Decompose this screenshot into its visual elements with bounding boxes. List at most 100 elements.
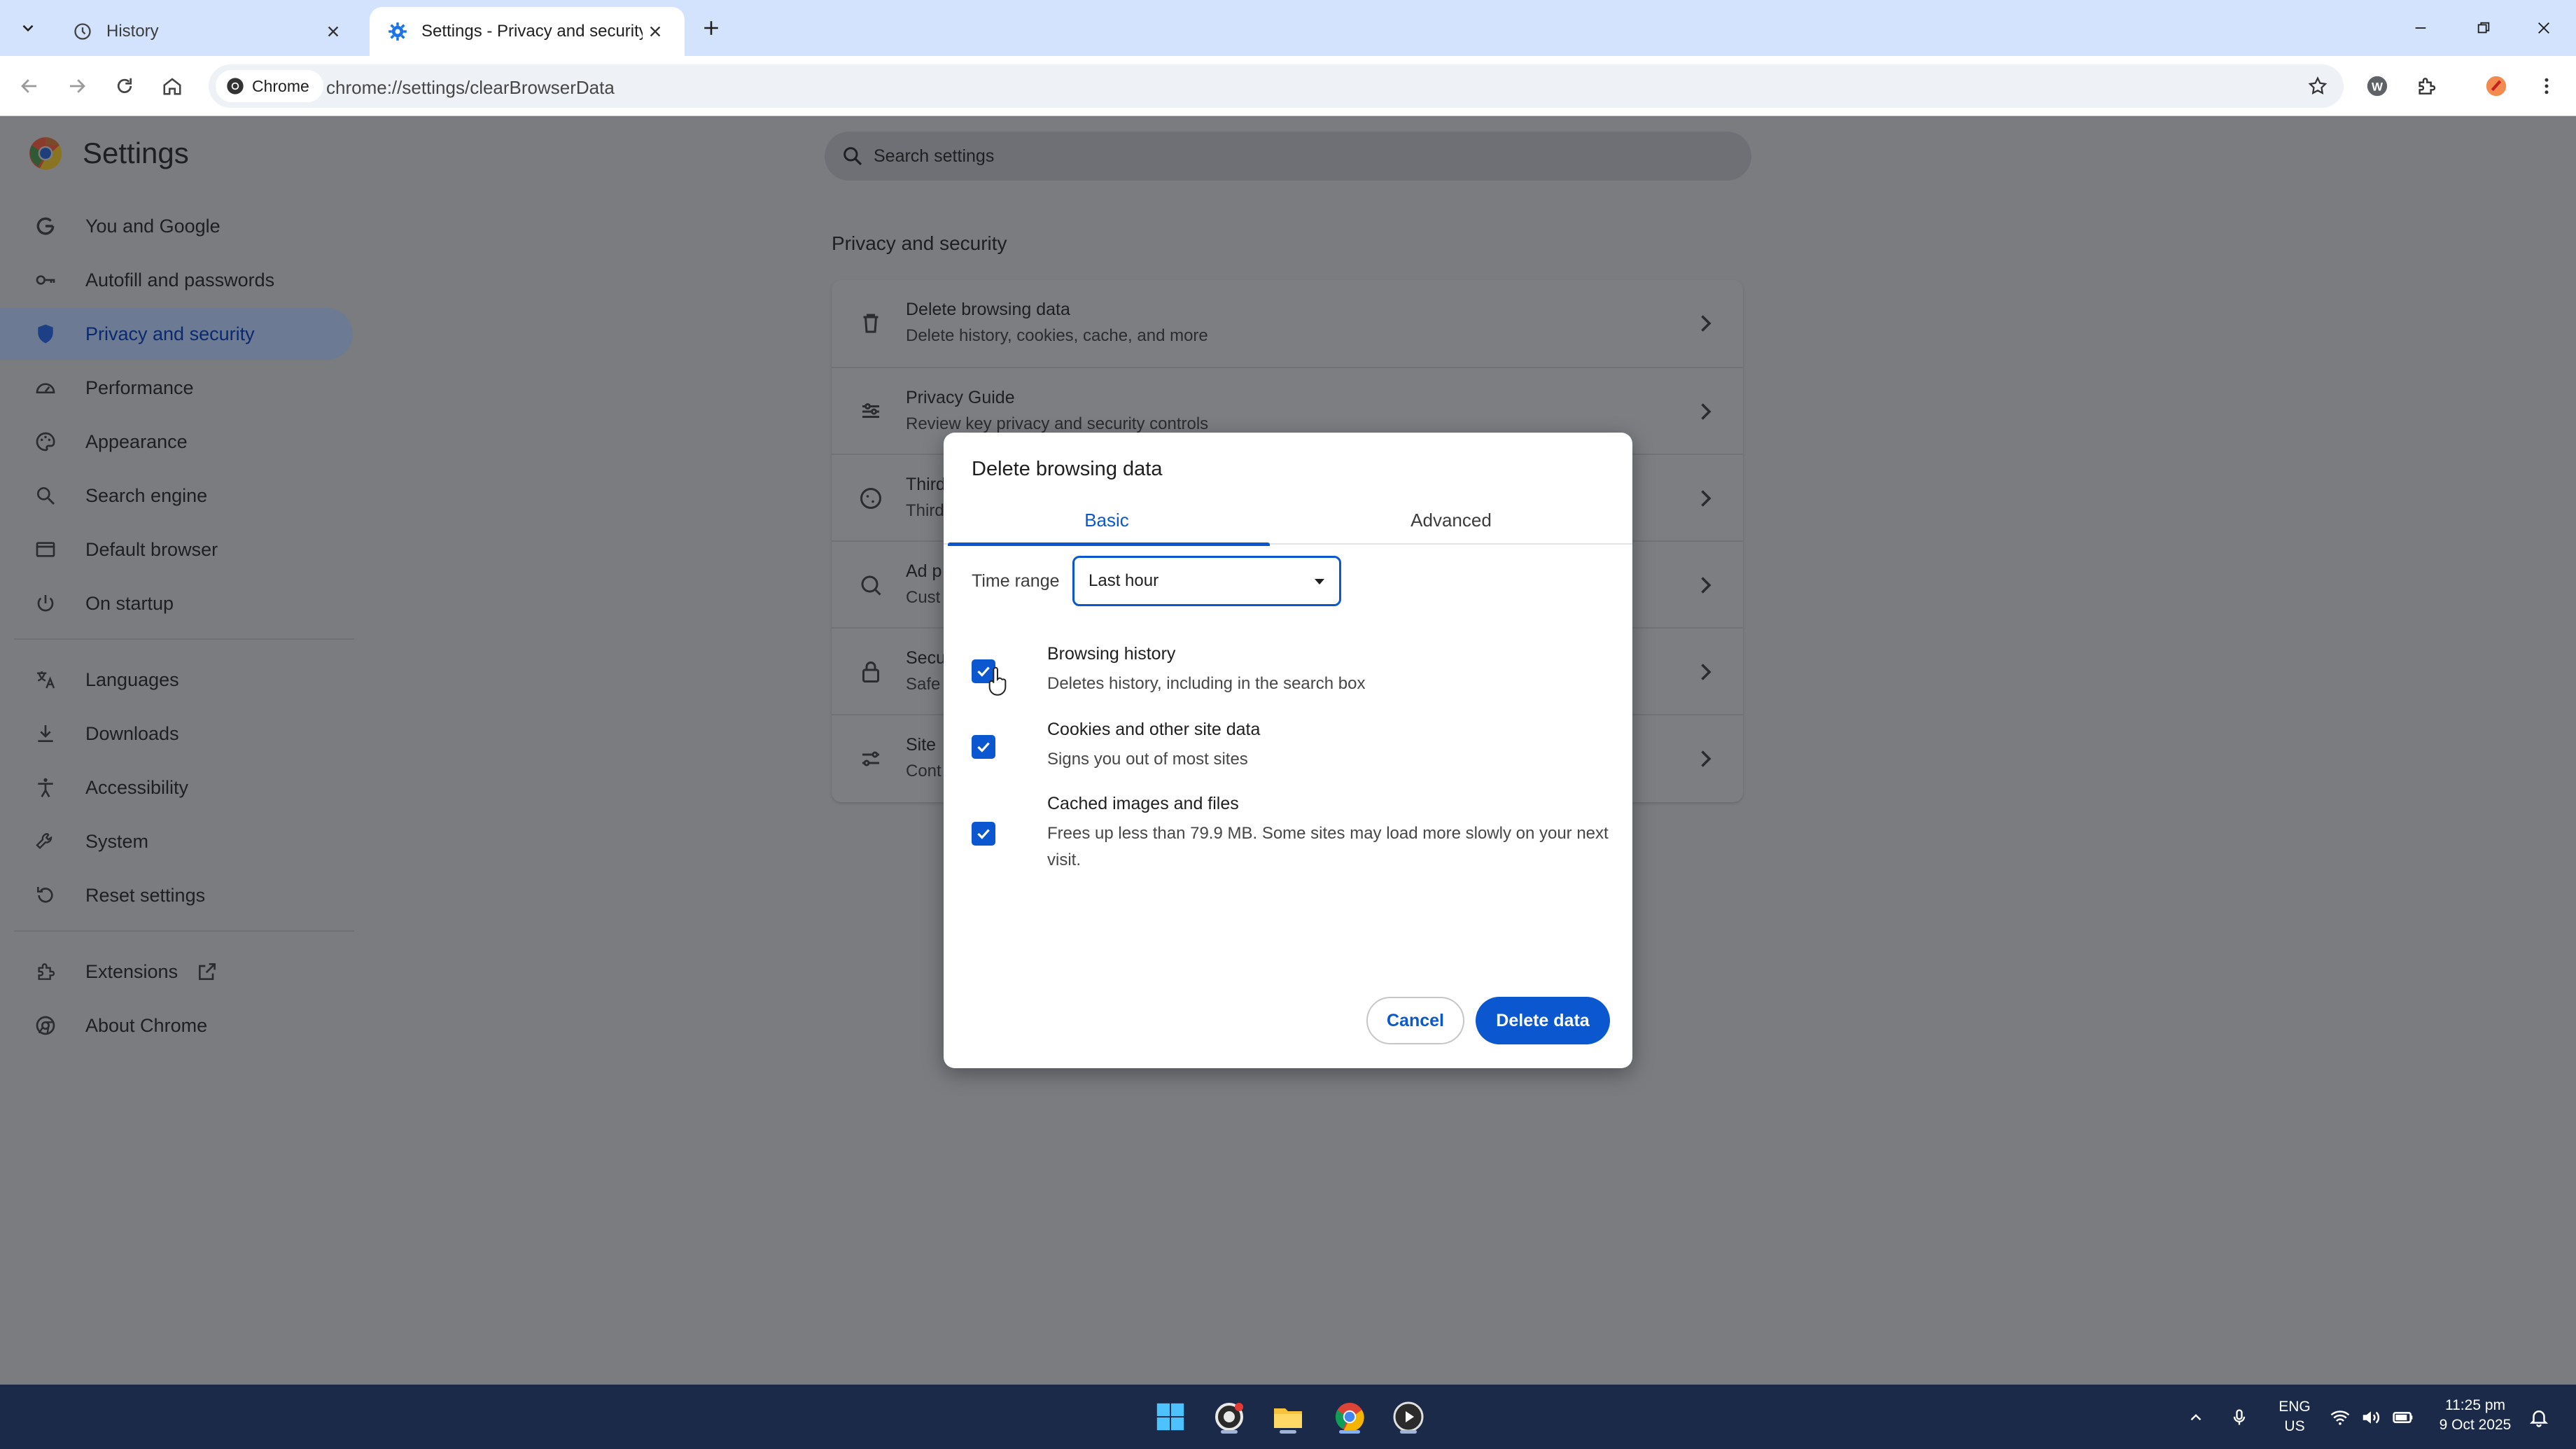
sidebar-item-downloads[interactable]: Downloads [0, 708, 353, 760]
back-arrow-icon [21, 79, 36, 93]
cached-images-checkbox[interactable] [972, 822, 995, 846]
minimize-button[interactable] [2405, 13, 2436, 43]
option-title: Browsing history [1047, 644, 1176, 664]
tab-search-button[interactable] [11, 13, 45, 43]
windows-logo-icon [1156, 1403, 1184, 1431]
address-bar[interactable]: Chrome chrome://settings/clearBrowserDat… [209, 64, 2344, 108]
tab-settings[interactable]: Settings - Privacy and security [370, 7, 685, 56]
start-button[interactable] [1151, 1397, 1190, 1436]
row-subtitle: Review key privacy and security controls [906, 414, 1209, 433]
plus-icon [704, 21, 718, 35]
sidebar-item-label: Privacy and security [85, 323, 255, 344]
cookies-checkbox[interactable] [972, 735, 995, 759]
sidebar-item-appearance[interactable]: Appearance [0, 416, 353, 468]
url-text[interactable]: chrome://settings/clearBrowserData [326, 77, 615, 99]
hand-cursor-icon [988, 666, 1007, 696]
sidebar-item-default-browser[interactable]: Default browser [0, 524, 353, 575]
lock-icon [862, 662, 879, 682]
close-icon[interactable] [643, 19, 668, 44]
bookmark-star-button[interactable] [2302, 70, 2334, 102]
tab-history[interactable]: History [55, 7, 363, 56]
cancel-button[interactable]: Cancel [1366, 997, 1464, 1044]
taskbar-media-player[interactable] [1389, 1397, 1428, 1436]
row-subtitle: Cont [906, 762, 941, 780]
search-icon [34, 484, 57, 507]
delete-browsing-data-dialog: Delete browsing data Basic Advanced Time… [944, 433, 1632, 1068]
site-info-chip[interactable]: Chrome [216, 70, 323, 102]
delete-data-button[interactable]: Delete data [1476, 997, 1610, 1044]
notifications-button[interactable] [2527, 1406, 2551, 1429]
new-tab-button[interactable] [696, 13, 727, 43]
back-button[interactable] [13, 69, 46, 103]
home-button[interactable] [155, 69, 189, 103]
sidebar-item-system[interactable]: System [0, 816, 353, 867]
chevron-up-icon [2190, 1414, 2202, 1421]
speedometer-icon [34, 376, 57, 400]
sidebar-item-extensions[interactable]: Extensions [0, 946, 353, 997]
time-range-select[interactable]: Last hour [1072, 556, 1341, 606]
trash-icon [863, 314, 878, 333]
row-subtitle: Delete history, cookies, cache, and more [906, 326, 1208, 345]
windows-taskbar: ENG US 11:25 pm 9 Oct 2025 [0, 1385, 2576, 1449]
menu-button[interactable] [2530, 69, 2563, 103]
star-icon [2308, 76, 2328, 94]
sidebar-item-label: Reset settings [85, 884, 206, 906]
chevron-down-icon [22, 24, 34, 32]
restore-button[interactable] [2468, 13, 2499, 43]
play-icon [1393, 1401, 1424, 1432]
sidebar-item-label: System [85, 830, 149, 852]
sidebar-item-on-startup[interactable]: On startup [0, 578, 353, 629]
close-icon[interactable] [321, 19, 346, 44]
microphone-button[interactable] [2227, 1406, 2251, 1429]
forward-arrow-icon [70, 79, 85, 93]
browser-toolbar: Chrome chrome://settings/clearBrowserDat… [0, 56, 2576, 116]
sidebar-item-accessibility[interactable]: Accessibility [0, 762, 353, 813]
sidebar-item-performance[interactable]: Performance [0, 362, 353, 414]
extensions-button[interactable] [2409, 69, 2443, 103]
sidebar-item-privacy[interactable]: Privacy and security [0, 308, 353, 360]
input-language[interactable]: ENG US [2269, 1397, 2320, 1436]
sidebar-item-about-chrome[interactable]: About Chrome [0, 1000, 353, 1051]
palette-icon [34, 430, 57, 454]
row-delete-browsing-data[interactable]: Delete browsing data Delete history, coo… [832, 280, 1743, 367]
page-title: Settings [83, 136, 189, 169]
cookie-icon [860, 488, 881, 509]
option-subtitle: Signs you out of most sites [1047, 750, 1248, 769]
tray-overflow-button[interactable] [2184, 1406, 2208, 1429]
window-close-button[interactable] [2528, 13, 2559, 43]
profile-extension-button[interactable]: W [2360, 69, 2394, 103]
forward-button[interactable] [60, 69, 94, 103]
tab-title: History [106, 22, 159, 41]
site-settings-icon [862, 751, 879, 766]
kebab-menu-icon [2544, 78, 2549, 94]
taskbar-chrome[interactable] [1330, 1397, 1369, 1436]
reset-icon [34, 883, 57, 907]
chevron-right-icon [1701, 664, 1712, 680]
sidebar-item-you-and-google[interactable]: You and Google [0, 200, 353, 252]
reload-button[interactable] [108, 69, 141, 103]
clock-time: 11:25 pm [2445, 1397, 2505, 1413]
wifi-button[interactable] [2328, 1406, 2352, 1429]
taskbar-file-explorer[interactable] [1268, 1397, 1308, 1436]
clock[interactable]: 11:25 pm 9 Oct 2025 [2433, 1396, 2517, 1435]
chrome-icon [1335, 1402, 1364, 1432]
sidebar-item-reset[interactable]: Reset settings [0, 869, 353, 921]
puzzle-icon [2418, 78, 2436, 94]
speaker-icon [2362, 1411, 2380, 1424]
row-subtitle: Third [906, 501, 944, 520]
volume-button[interactable] [2359, 1406, 2383, 1429]
tab-basic[interactable]: Basic [944, 496, 1270, 546]
tab-advanced[interactable]: Advanced [1270, 496, 1632, 545]
sidebar-item-languages[interactable]: Languages [0, 654, 353, 706]
time-range-label: Time range [972, 571, 1060, 591]
battery-button[interactable] [2391, 1406, 2415, 1429]
row-title: Delete browsing data [906, 300, 1070, 319]
restore-icon [2477, 22, 2490, 34]
site-chip-label: Chrome [252, 76, 309, 95]
settings-search-input[interactable]: Search settings [825, 132, 1751, 181]
taskbar-app-recorder[interactable] [1210, 1397, 1249, 1436]
option-cached-images: Cached images and files Frees up less th… [972, 794, 1609, 878]
profile-avatar-button[interactable] [2479, 69, 2513, 103]
sidebar-item-search-engine[interactable]: Search engine [0, 470, 353, 522]
sidebar-item-autofill[interactable]: Autofill and passwords [0, 254, 353, 306]
